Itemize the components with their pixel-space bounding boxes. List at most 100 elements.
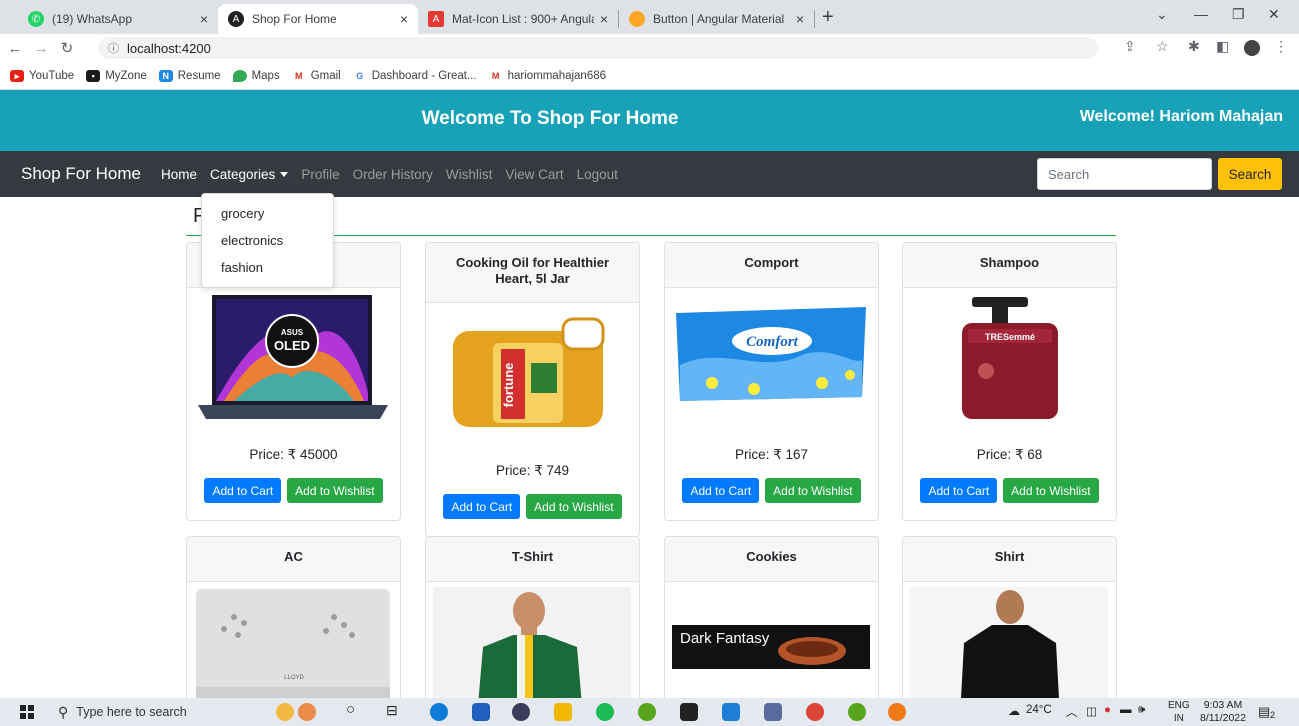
product-card-shirt: Shirt (902, 536, 1117, 716)
product-card-cookies: Cookies Dark Fantasy (664, 536, 879, 716)
mail-icon[interactable] (472, 703, 490, 721)
clock[interactable]: 9:03 AM 8/11/2022 (1198, 699, 1248, 725)
navbar-brand[interactable]: Shop For Home (21, 164, 141, 184)
tab-search-icon[interactable]: ⌄ (1156, 6, 1168, 23)
file-explorer-icon[interactable] (554, 703, 572, 721)
reload-icon[interactable]: ↻ (56, 39, 78, 57)
chrome-icon[interactable] (806, 703, 824, 721)
taskbar-search[interactable]: ⚲ Type here to search (46, 698, 187, 726)
tray-chevron-icon[interactable]: ︿ (1066, 704, 1078, 720)
battery-icon[interactable]: ▬ (1120, 704, 1132, 716)
add-to-cart-button[interactable]: Add to Cart (682, 478, 760, 503)
cortana-icon[interactable]: ○ (346, 701, 364, 719)
nav-home[interactable]: Home (161, 167, 197, 182)
share-icon[interactable]: ⇪ (1124, 38, 1136, 55)
tshirt-image (433, 587, 631, 715)
product-card-ac: AC LLOYD (186, 536, 401, 716)
nav-logout[interactable]: Logout (577, 167, 618, 182)
spotify-icon[interactable] (596, 703, 614, 721)
user-welcome: Welcome! Hariom Mahajan (1079, 108, 1283, 125)
new-tab-icon[interactable]: + (822, 6, 834, 29)
product-price: Price: ₹ 749 (495, 463, 570, 478)
nav-view-cart[interactable]: View Cart (505, 167, 563, 182)
region: IN (1173, 713, 1184, 724)
back-icon[interactable]: ← (4, 40, 26, 57)
close-window-icon[interactable]: ✕ (1268, 6, 1280, 23)
weather-icon[interactable]: ☁ (1008, 704, 1020, 718)
language-indicator[interactable]: ENG IN (1168, 699, 1190, 725)
category-grocery[interactable]: grocery (202, 203, 333, 230)
bookmark-gmail-account[interactable]: Mhariommahajan686 (488, 69, 606, 82)
add-to-wishlist-button[interactable]: Add to Wishlist (1003, 478, 1099, 503)
app-green-icon[interactable] (638, 703, 656, 721)
status-icon[interactable]: ● (1104, 704, 1111, 716)
search-icon: ⚲ (58, 703, 69, 720)
nav-order-history[interactable]: Order History (353, 167, 433, 182)
windows-start-icon[interactable] (20, 705, 34, 719)
tab-whatsapp[interactable]: ✆ (19) WhatsApp × (18, 4, 218, 34)
news-widget-icon[interactable] (276, 703, 294, 721)
category-fashion[interactable]: fashion (202, 257, 333, 284)
terminal-icon[interactable] (680, 703, 698, 721)
forward-icon[interactable]: → (30, 40, 52, 57)
add-to-wishlist-button[interactable]: Add to Wishlist (287, 478, 383, 503)
add-to-wishlist-button[interactable]: Add to Wishlist (526, 494, 622, 519)
sidepanel-icon[interactable]: ◧ (1216, 38, 1229, 55)
product-card-tshirt: T-Shirt (425, 536, 640, 716)
myzone-icon: ▪ (86, 69, 101, 82)
bookmarks-bar: ▸ YouTube ▪ MyZone N Resume Maps M Gmail G Da… (0, 62, 1299, 90)
more-menu-icon[interactable]: ⋮ (1274, 38, 1288, 55)
bookmark-maps[interactable]: Maps (232, 69, 280, 82)
tab-shop-for-home[interactable]: A Shop For Home × (218, 4, 418, 34)
search-input[interactable] (1037, 158, 1212, 190)
card-header: T-Shirt (426, 537, 639, 582)
search-button[interactable]: Search (1218, 158, 1282, 190)
bookmark-youtube[interactable]: ▸ YouTube (10, 69, 74, 82)
notifications-icon[interactable]: ▤ (1258, 704, 1270, 720)
product-card-cooking-oil: Cooking Oil for Healthier Heart, 5l Jar … (425, 242, 640, 537)
news-widget-icon-2[interactable] (298, 703, 316, 721)
product-card-shampoo: Shampoo TRESemmé Price: ₹ 68 Add to Cart… (902, 242, 1117, 521)
minimize-icon[interactable]: — (1194, 6, 1208, 22)
bookmark-dashboard[interactable]: G Dashboard - Great... (352, 69, 477, 82)
bookmark-myzone[interactable]: ▪ MyZone (86, 69, 147, 82)
vscode-icon[interactable] (722, 703, 740, 721)
app-icon[interactable] (512, 703, 530, 721)
task-view-icon[interactable]: ⊟ (386, 702, 404, 720)
laptop-image: ASUS OLED (198, 295, 388, 419)
add-to-cart-button[interactable]: Add to Cart (443, 494, 521, 519)
tab-angular-button[interactable]: Button | Angular Material × (619, 4, 814, 34)
tab-mat-icon-list[interactable]: A Mat-Icon List : 900+ Angular Ma × (418, 4, 618, 34)
app-green-icon-2[interactable] (848, 703, 866, 721)
nav-wishlist[interactable]: Wishlist (446, 167, 493, 182)
tab-title: Mat-Icon List : 900+ Angular Ma (452, 12, 594, 26)
url-field[interactable]: ⓘ localhost:4200 (98, 37, 1098, 59)
close-tab-icon[interactable]: × (600, 11, 608, 27)
nav-categories[interactable]: Categories (210, 167, 289, 182)
extensions-icon[interactable]: ✱ (1188, 38, 1200, 55)
restore-icon[interactable]: ❐ (1232, 6, 1245, 23)
oil-brand-text: fortune (501, 363, 516, 408)
add-to-cart-button[interactable]: Add to Cart (204, 478, 282, 503)
postman-icon[interactable] (888, 703, 906, 721)
whatsapp-icon: ✆ (28, 11, 44, 27)
category-electronics[interactable]: electronics (202, 230, 333, 257)
close-tab-icon[interactable]: × (400, 11, 408, 27)
shampoo-brand-text: TRESemmé (985, 332, 1035, 342)
bookmark-label: Resume (177, 69, 221, 82)
bookmark-resume[interactable]: N Resume (158, 69, 221, 82)
site-info-icon[interactable]: ⓘ (108, 40, 119, 56)
close-tab-icon[interactable]: × (200, 11, 208, 27)
edge-icon[interactable] (430, 703, 448, 721)
temperature: 24°C (1026, 704, 1052, 716)
close-tab-icon[interactable]: × (796, 11, 804, 27)
add-to-wishlist-button[interactable]: Add to Wishlist (765, 478, 861, 503)
bookmark-gmail[interactable]: M Gmail (291, 69, 341, 82)
profile-avatar[interactable] (1244, 40, 1260, 56)
network-icon[interactable]: ◫ (1086, 704, 1097, 718)
bookmark-star-icon[interactable]: ☆ (1156, 38, 1169, 55)
nav-profile[interactable]: Profile (301, 167, 339, 182)
volume-icon[interactable]: 🕪 (1138, 704, 1145, 717)
add-to-cart-button[interactable]: Add to Cart (920, 478, 998, 503)
app-window-icon[interactable] (764, 703, 782, 721)
